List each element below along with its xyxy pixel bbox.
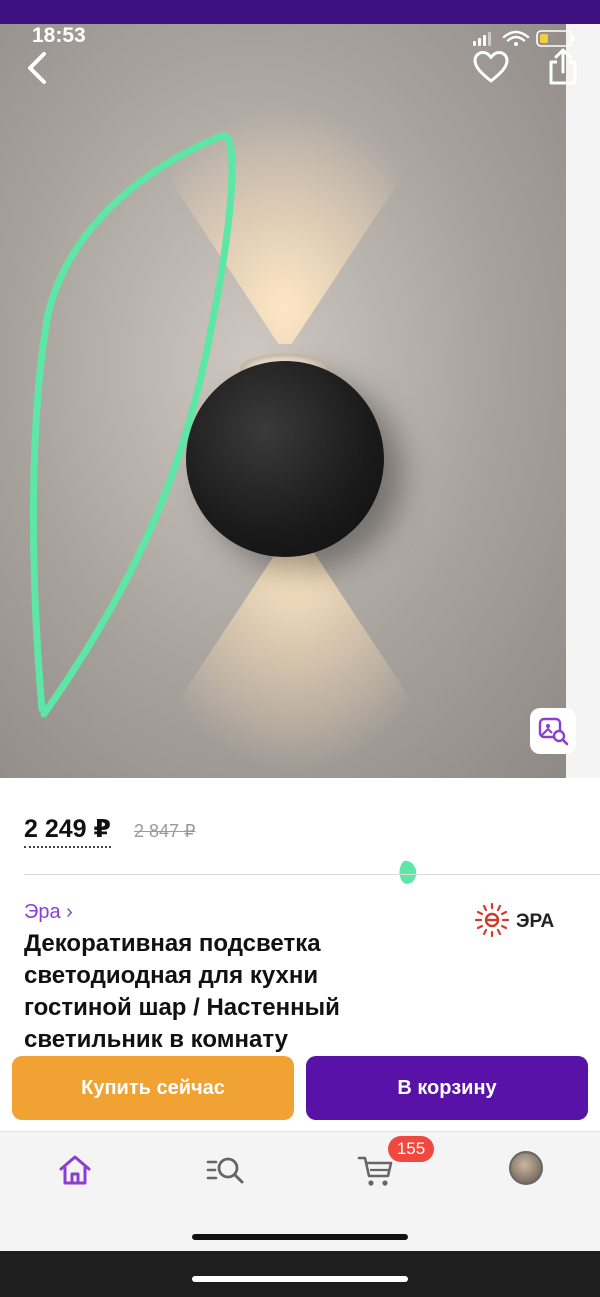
share-icon[interactable] bbox=[545, 48, 581, 86]
home-indicator[interactable] bbox=[192, 1234, 408, 1240]
nav-catalog[interactable] bbox=[205, 1150, 245, 1190]
battery-icon bbox=[536, 30, 575, 47]
product-title: Декоративная подсветка светодиодная для … bbox=[24, 930, 340, 1053]
svg-text:ЭРА: ЭРА bbox=[516, 911, 555, 932]
wifi-icon bbox=[502, 30, 530, 42]
top-strip bbox=[0, 0, 600, 24]
old-price: 2 847 ₽ bbox=[134, 821, 196, 841]
markup-stroke bbox=[29, 132, 236, 718]
home-icon bbox=[59, 1155, 91, 1185]
add-to-cart-button[interactable]: В корзину bbox=[306, 1056, 588, 1120]
brand-link[interactable]: Эра › bbox=[24, 901, 73, 924]
current-price[interactable]: 2 249 ₽ bbox=[24, 814, 111, 848]
divider bbox=[24, 874, 600, 875]
visual-search-button[interactable] bbox=[530, 708, 576, 754]
profile-avatar[interactable] bbox=[509, 1151, 543, 1185]
cart-count-badge: 155 bbox=[388, 1136, 434, 1162]
back-icon[interactable] bbox=[22, 50, 52, 86]
image-search-icon bbox=[538, 717, 569, 746]
catalog-search-icon bbox=[206, 1157, 244, 1184]
buy-now-button[interactable]: Купить сейчас bbox=[12, 1056, 294, 1120]
status-icons bbox=[473, 30, 575, 47]
status-time: 18:53 bbox=[32, 24, 86, 47]
era-logo-icon: ЭРА bbox=[474, 902, 555, 938]
home-indicator-bottom[interactable] bbox=[192, 1276, 408, 1282]
system-bar bbox=[0, 1251, 600, 1297]
signal-icon bbox=[473, 32, 491, 46]
markup-dot bbox=[399, 860, 417, 884]
nav-home[interactable] bbox=[55, 1150, 95, 1190]
brand-logo[interactable]: ЭРА bbox=[472, 900, 568, 942]
favorite-heart-icon[interactable] bbox=[472, 50, 510, 84]
